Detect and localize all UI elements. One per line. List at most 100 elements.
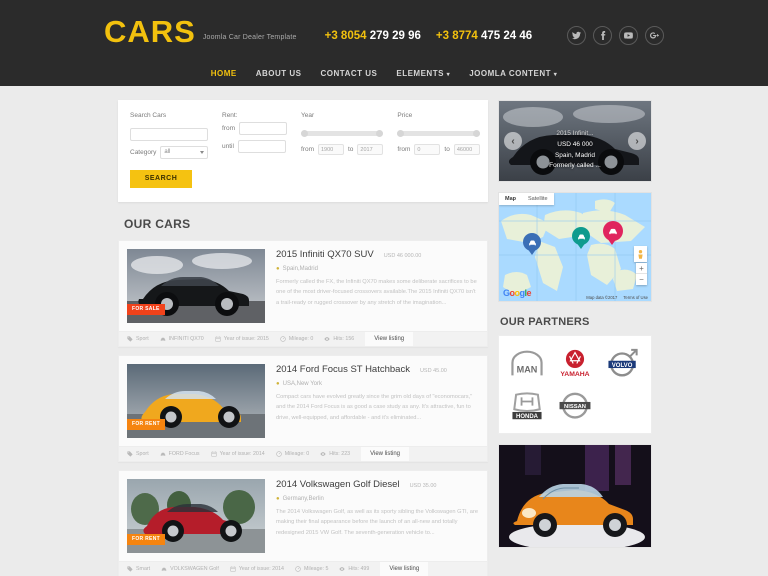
car-title[interactable]: 2015 Infiniti QX70 SUV — [276, 249, 374, 260]
car-icon — [160, 337, 165, 341]
search-input[interactable] — [130, 127, 208, 141]
car-description: Compact cars have evolved greatly since … — [276, 393, 473, 421]
twitter-icon[interactable] — [567, 26, 586, 45]
phone-2[interactable]: +3 8774 475 24 46 — [436, 30, 532, 42]
car-price: USD 46 000.00 — [383, 252, 422, 259]
year-label: Year — [301, 112, 315, 119]
calendar-icon — [211, 450, 217, 457]
car-photo[interactable]: FOR RENT — [127, 363, 265, 438]
zoom-in-button[interactable]: + — [636, 263, 647, 274]
promo-car-image[interactable] — [498, 444, 652, 548]
locations-map[interactable]: Map Satellite + − Google Map data ©2017 … — [498, 192, 652, 302]
car-listing-card[interactable]: FOR SALE 2015 Infiniti QX70 SUV USD 46 0… — [118, 239, 488, 347]
youtube-icon[interactable] — [619, 26, 638, 45]
nav-item-joomla-content[interactable]: JOOMLA CONTENT ▾ — [469, 69, 557, 78]
meta-mileage: Mileage: 5 — [295, 566, 328, 572]
category-label: Category — [130, 148, 157, 156]
slide-title: 2015 Infinit... — [556, 130, 594, 138]
rent-until-input[interactable] — [237, 140, 286, 153]
map-zoom-controls[interactable]: + − — [636, 263, 647, 285]
map-marker[interactable] — [572, 227, 590, 249]
meta-year: Year of issue: 2014 — [211, 451, 265, 457]
featured-car-slider[interactable]: ‹ › 2015 Infinit... USD 46 000 Spain, Ma… — [498, 100, 652, 182]
car-listing-card[interactable]: FOR RENT 2014 Volkswagen Golf Diesel USD… — [118, 469, 488, 576]
facebook-icon[interactable] — [593, 26, 612, 45]
price-range-slider[interactable] — [397, 130, 480, 137]
price-to-label: to — [444, 146, 450, 153]
category-select[interactable]: all — [160, 145, 208, 159]
meta-category: Sport — [127, 451, 149, 457]
nav-item-about-us[interactable]: ABOUT US — [256, 69, 302, 78]
price-slider-knob-max[interactable] — [472, 130, 480, 137]
eye-icon — [339, 566, 346, 571]
car-description: The 2014 Volkswagen Golf, as well as its… — [276, 508, 479, 536]
car-photo[interactable]: FOR RENT — [127, 478, 265, 553]
view-listing-button[interactable]: View listing — [380, 561, 429, 576]
car-icon — [160, 452, 165, 456]
year-slider-knob-min[interactable] — [301, 130, 308, 137]
year-to-input[interactable] — [357, 144, 384, 155]
view-listing-button[interactable]: View listing — [365, 331, 414, 346]
map-terms-link[interactable]: Terms of Use — [623, 295, 648, 300]
car-meta-row: Sport INFINITI QX70 Year of issue: 2015 … — [119, 330, 487, 346]
partner-logo-yamaha[interactable]: YAMAHA — [553, 344, 597, 382]
year-to-label: to — [348, 146, 354, 153]
google-logo: Google — [503, 288, 532, 298]
google-plus-icon[interactable] — [645, 26, 664, 45]
partner-logo-nissan[interactable]: NISSAN — [553, 387, 597, 425]
location-pin-icon: ● — [276, 380, 280, 387]
zoom-out-button[interactable]: − — [636, 274, 647, 285]
partner-logo-honda[interactable]: HONDA — [505, 387, 549, 425]
year-range-slider[interactable] — [301, 130, 384, 137]
street-view-pegman-icon[interactable] — [634, 246, 647, 262]
car-title[interactable]: 2014 Volkswagen Golf Diesel — [276, 479, 400, 490]
car-listing-card[interactable]: FOR RENT 2014 Ford Focus ST Hatchback US… — [118, 354, 488, 462]
car-photo[interactable]: FOR SALE — [127, 248, 265, 323]
eye-icon — [324, 336, 330, 341]
price-from-input[interactable] — [414, 144, 441, 155]
phone-list: +3 8054 279 29 96 +3 8774 475 24 46 — [325, 22, 533, 42]
chevron-down-icon: ▾ — [446, 71, 451, 78]
meta-model: VOLKSWAGEN Golf — [161, 566, 219, 572]
slide-excerpt: Formerly called ... — [549, 162, 601, 170]
price-slider-track — [397, 131, 480, 136]
map-marker[interactable] — [603, 221, 623, 245]
phone-1[interactable]: +3 8054 279 29 96 — [325, 30, 421, 42]
car-description: Formerly called the FX, the Infiniti QX7… — [276, 278, 477, 306]
partner-logo-volvo[interactable]: VOLVO — [601, 344, 645, 382]
meta-category: Sport — [127, 336, 149, 342]
nav-item-elements[interactable]: ELEMENTS ▾ — [396, 69, 450, 78]
map-data-text: Map data ©2017 — [586, 295, 618, 300]
marker-tip — [527, 248, 537, 255]
rent-from-input[interactable] — [239, 122, 287, 135]
car-title[interactable]: 2014 Ford Focus ST Hatchback — [276, 364, 410, 375]
view-listing-button[interactable]: View listing — [361, 446, 409, 461]
year-slider-knob-max[interactable] — [376, 130, 384, 137]
price-to-input[interactable] — [453, 144, 480, 155]
tag-icon — [127, 565, 133, 572]
search-button[interactable]: SEARCH — [130, 169, 192, 188]
map-marker[interactable] — [523, 233, 541, 255]
rent-label: Rent: — [222, 112, 238, 119]
slide-location: Spain, Madrid — [554, 151, 596, 159]
main-column: Search Cars Category all Rent: from unti… — [118, 100, 488, 576]
site-logo[interactable]: CARS — [104, 16, 196, 47]
speedometer-icon — [280, 335, 286, 342]
meta-year: Year of issue: 2014 — [230, 566, 284, 572]
svg-text:MAN: MAN — [517, 364, 538, 374]
year-from-input[interactable] — [318, 144, 344, 155]
nav-item-home[interactable]: HOME — [211, 69, 237, 78]
nav-item-contact-us[interactable]: CONTACT US — [321, 69, 378, 78]
map-tab-satellite[interactable]: Satellite — [522, 193, 554, 205]
partners-logo-grid: MAN YAMAHA VOLVO HONDA NISSAN — [498, 335, 652, 434]
meta-mileage: Mileage: 0 — [280, 336, 313, 342]
car-search-panel: Search Cars Category all Rent: from unti… — [118, 100, 488, 202]
calendar-icon — [230, 565, 236, 572]
car-meta-row: Smart VOLKSWAGEN Golf Year of issue: 201… — [119, 560, 487, 576]
chevron-down-icon: ▾ — [553, 71, 558, 78]
meta-year: Year of issue: 2015 — [215, 336, 269, 342]
svg-text:HONDA: HONDA — [516, 413, 539, 419]
partner-logo-man[interactable]: MAN — [505, 344, 549, 382]
map-type-tabs[interactable]: Map Satellite — [499, 193, 554, 205]
map-tab-map[interactable]: Map — [499, 193, 522, 205]
